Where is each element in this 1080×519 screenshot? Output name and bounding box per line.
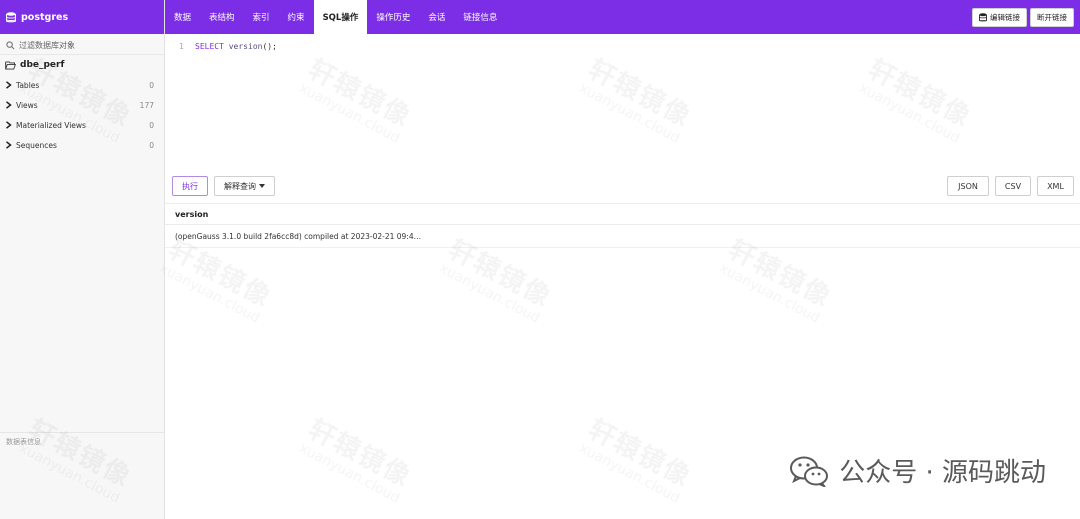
tree-item-tables[interactable]: Tables 0 (0, 75, 164, 95)
watermark: 轩辕镜像xuanyuan.cloud (156, 234, 276, 326)
top-navigation: 数据 表结构 索引 约束 SQL操作 操作历史 会话 链接信息 编辑链接 断开链… (165, 0, 1080, 34)
filter-placeholder: 过滤数据库对象 (19, 40, 75, 50)
tab-constraints[interactable]: 约束 (279, 0, 314, 34)
watermark: 轩辕镜像xuanyuan.cloud (716, 234, 836, 326)
folder-open-icon (5, 60, 16, 70)
chevron-right-icon (6, 101, 12, 109)
tab-sessions[interactable]: 会话 (419, 0, 454, 34)
database-icon (979, 12, 987, 21)
wechat-icon (790, 456, 829, 487)
object-filter[interactable]: 过滤数据库对象 (0, 36, 164, 55)
table-row[interactable]: (openGauss 3.1.0 build 2fa6cc8d) compile… (165, 225, 1080, 248)
query-toolbar: 执行 解释查询 JSON CSV XML (165, 176, 1080, 202)
watermark: 轩辕镜像xuanyuan.cloud (576, 414, 696, 506)
wechat-signature: 公众号 · 源码跳动 (789, 452, 1046, 489)
tree-item-count: 177 (139, 100, 154, 110)
execute-button[interactable]: 执行 (172, 176, 208, 196)
tree-item-views[interactable]: Views 177 (0, 95, 164, 115)
sql-punctuation: (); (262, 42, 277, 51)
top-actions: 编辑链接 断开链接 (969, 0, 1080, 34)
tree-item-sequences[interactable]: Sequences 0 (0, 135, 164, 155)
explain-query-label: 解释查询 (224, 181, 256, 191)
tab-data[interactable]: 数据 (165, 0, 200, 34)
tree-item-label: Tables (16, 80, 40, 90)
search-icon (6, 40, 15, 49)
tree-item-materialized-views[interactable]: Materialized Views 0 (0, 115, 164, 135)
tab-indexes[interactable]: 索引 (244, 0, 279, 34)
edit-connection-button[interactable]: 编辑链接 (972, 7, 1027, 27)
signature-text: 公众号 · 源码跳动 (839, 458, 1046, 488)
export-csv-button[interactable]: CSV (995, 176, 1031, 196)
database-name: postgres (21, 11, 69, 23)
table-cell: (openGauss 3.1.0 build 2fa6cc8d) compile… (175, 231, 422, 241)
line-number: 1 (179, 42, 184, 51)
code-line: 1 SELECT version (); (179, 42, 277, 51)
chevron-right-icon (6, 121, 12, 129)
tree-item-label: Materialized Views (16, 120, 86, 130)
tree-item-count: 0 (149, 140, 154, 150)
export-xml-button[interactable]: XML (1037, 176, 1074, 196)
results-table: version (openGauss 3.1.0 build 2fa6cc8d)… (165, 203, 1080, 248)
database-icon (6, 11, 16, 22)
tree-item-count: 0 (149, 80, 154, 90)
sql-keyword: SELECT (195, 42, 224, 51)
sql-function: version (228, 42, 263, 51)
chevron-right-icon (6, 81, 12, 89)
tree-item-label: Views (16, 100, 38, 110)
tree-item-label: Sequences (16, 140, 57, 150)
disconnect-button[interactable]: 断开链接 (1030, 7, 1074, 27)
table-info-label: 数据表信息 (6, 438, 41, 446)
explain-query-button[interactable]: 解释查询 (214, 176, 275, 196)
column-header-label: version (175, 209, 209, 219)
tab-sql[interactable]: SQL操作 (313, 0, 368, 34)
tree-item-count: 0 (149, 120, 154, 130)
watermark: 轩辕镜像xuanyuan.cloud (296, 414, 416, 506)
chevron-right-icon (6, 141, 12, 149)
table-info-panel: 数据表信息 (0, 432, 165, 447)
sidebar: postgres 过滤数据库对象 dbe_perf Tables 0 Views… (0, 0, 165, 519)
tab-table-structure[interactable]: 表结构 (200, 0, 244, 34)
database-header[interactable]: postgres (0, 0, 164, 34)
schema-item[interactable]: dbe_perf (0, 55, 164, 75)
column-header[interactable]: version (165, 203, 1080, 225)
sql-editor[interactable]: 1 SELECT version (); (165, 34, 1080, 174)
export-json-button[interactable]: JSON (947, 176, 989, 196)
app-window: postgres 过滤数据库对象 dbe_perf Tables 0 Views… (0, 0, 1080, 519)
watermark: 轩辕镜像xuanyuan.cloud (436, 234, 556, 326)
edit-connection-label: 编辑链接 (990, 12, 1020, 22)
tab-connection-info[interactable]: 链接信息 (454, 0, 506, 34)
schema-name: dbe_perf (20, 60, 65, 70)
caret-down-icon (259, 184, 265, 188)
tab-history[interactable]: 操作历史 (367, 0, 419, 34)
disconnect-label: 断开链接 (1037, 12, 1067, 22)
